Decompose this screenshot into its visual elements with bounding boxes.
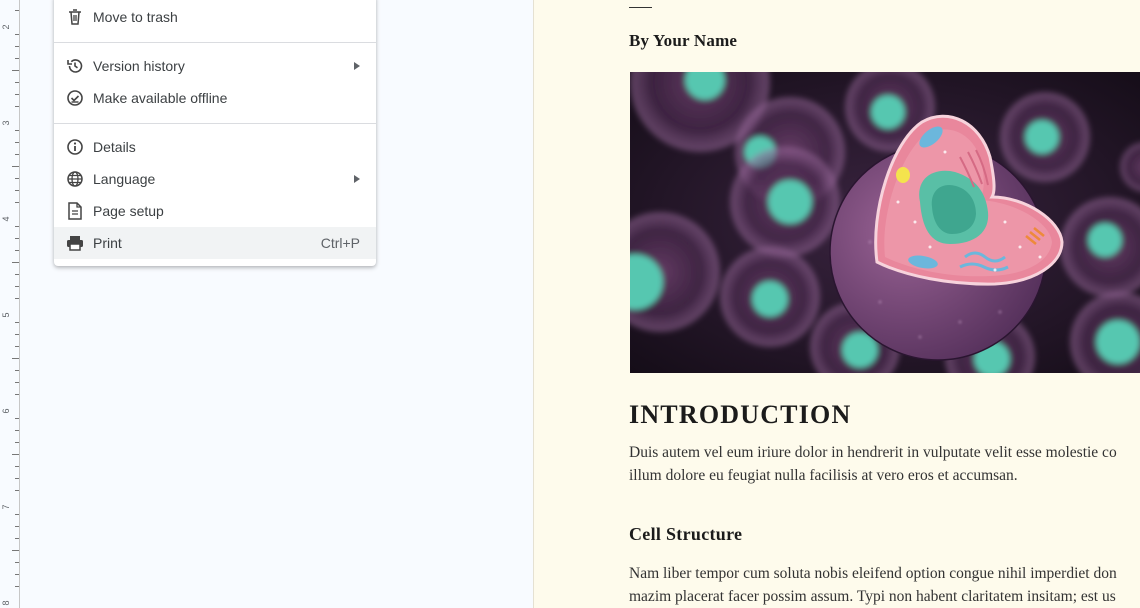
submenu-arrow-icon [354,62,360,70]
ruler-tick [15,586,19,587]
ruler-tick [15,466,19,467]
ruler-tick [15,154,19,155]
printer-icon [65,233,85,253]
menu-item-details[interactable]: Details [54,131,376,163]
menu-item-label: Details [93,139,136,155]
paragraph-line: illum dolore eu feugiat nulla facilisis … [629,467,1018,484]
cell-structure-heading: Cell Structure [629,524,743,544]
ruler-tick [15,46,19,47]
ruler-tick [15,442,19,443]
menu-item-label: Page setup [93,203,164,219]
ruler-tick [15,298,19,299]
ruler-tick [12,262,19,263]
ruler-tick [15,286,19,287]
ruler-tick [15,82,19,83]
history-icon [65,56,85,76]
cell-structure-paragraph: Nam liber tempor cum soluta nobis eleife… [629,562,1117,608]
ruler-tick [15,538,19,539]
ruler-tick [12,70,19,71]
globe-icon [65,169,85,189]
ruler-tick [15,526,19,527]
ruler-tick [15,58,19,59]
ruler-tick [15,562,19,563]
introduction-heading: INTRODUCTION [629,400,852,429]
ruler-label: 3 [1,120,11,126]
ruler-tick [15,238,19,239]
ruler-tick [15,226,19,227]
ruler-tick [15,142,19,143]
ruler-tick [15,94,19,95]
ruler-tick [15,478,19,479]
ruler-label: 6 [1,408,11,414]
ruler-label: 8 [1,600,11,606]
paragraph-line: Nam liber tempor cum soluta nobis eleife… [629,565,1117,582]
cell-illustration-image[interactable] [630,72,1140,373]
page-icon [65,201,85,221]
menu-item-version-history[interactable]: Version history [54,50,376,82]
paragraph-line: mazim placerat facer possim assum. Typi … [629,588,1116,605]
ruler-label: 4 [1,216,11,222]
ruler-tick [15,34,19,35]
ruler-label: 5 [1,312,11,318]
file-menu-dropdown: Move to trash Version history Make avail… [54,0,376,266]
menu-item-label: Move to trash [93,9,178,25]
keyboard-shortcut: Ctrl+P [320,235,360,251]
ruler-tick [15,334,19,335]
menu-item-label: Version history [93,58,185,74]
ruler-tick [12,454,19,455]
offline-check-icon [65,88,85,108]
menu-item-move-to-trash[interactable]: Move to trash [54,1,376,33]
ruler-tick [12,550,19,551]
ruler-tick [15,10,19,11]
ruler-tick [15,190,19,191]
ruler-tick [15,574,19,575]
menu-item-language[interactable]: Language [54,163,376,195]
vertical-ruler[interactable]: 2 3 4 5 6 7 8 [0,0,20,608]
ruler-tick [15,490,19,491]
ruler-tick [15,418,19,419]
title-underline [629,7,652,8]
ruler-label: 7 [1,504,11,510]
ruler-tick [15,250,19,251]
ruler-tick [12,358,19,359]
ruler-label: 2 [1,24,11,30]
menu-item-label: Print [93,235,122,251]
menu-divider [54,42,376,43]
ruler-tick [15,130,19,131]
ruler-tick [15,178,19,179]
menu-item-print[interactable]: Print Ctrl+P [54,227,376,259]
ruler-tick [15,322,19,323]
menu-item-label: Make available offline [93,90,228,106]
paragraph-line: Duis autem vel eum iriure dolor in hendr… [629,444,1117,461]
ruler-tick [15,394,19,395]
ruler-tick [15,514,19,515]
ruler-tick [15,370,19,371]
menu-item-page-setup[interactable]: Page setup [54,195,376,227]
ruler-tick [15,106,19,107]
menu-item-label: Language [93,171,156,187]
ruler-tick [15,274,19,275]
ruler-tick [15,346,19,347]
byline: By Your Name [629,31,738,50]
introduction-paragraph: Duis autem vel eum iriure dolor in hendr… [629,441,1117,487]
menu-divider [54,123,376,124]
menu-item-make-available-offline[interactable]: Make available offline [54,82,376,114]
document-page[interactable]: By Your Name INTRODUCTION Duis autem vel… [533,0,1140,608]
ruler-tick [15,202,19,203]
info-icon [65,137,85,157]
ruler-tick [12,166,19,167]
ruler-tick [15,430,19,431]
ruler-tick [15,382,19,383]
submenu-arrow-icon [354,175,360,183]
trash-icon [65,7,85,27]
